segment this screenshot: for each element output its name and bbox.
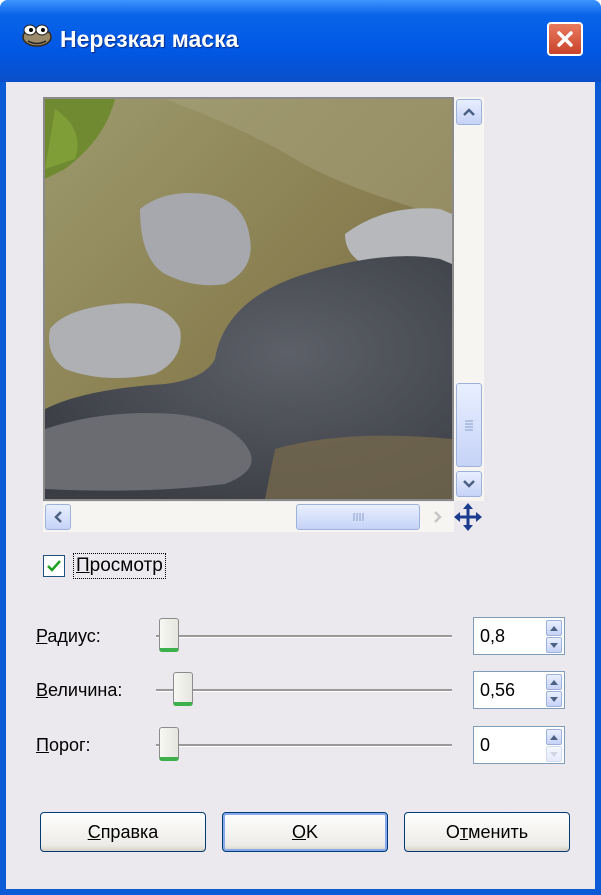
- horizontal-scroll-thumb[interactable]: [296, 504, 420, 530]
- cancel-button[interactable]: От менить: [404, 812, 570, 852]
- threshold-label: Порог:: [36, 735, 91, 755]
- chevron-down-icon: [550, 751, 558, 757]
- chevron-left-icon: [54, 511, 62, 523]
- amount-slider-track[interactable]: [156, 689, 452, 692]
- vertical-scrollbar[interactable]: [454, 97, 484, 501]
- scroll-left-button[interactable]: [45, 504, 71, 530]
- chevron-right-icon: [434, 511, 442, 523]
- radius-value[interactable]: 0,8: [480, 626, 505, 647]
- gimp-icon: [22, 24, 52, 47]
- preview-label: Просмотр: [73, 553, 166, 579]
- close-button[interactable]: [547, 22, 583, 56]
- chevron-down-icon: [550, 642, 558, 648]
- threshold-decrement-button: [546, 746, 562, 762]
- horizontal-scrollbar[interactable]: [43, 502, 454, 532]
- threshold-slider-thumb[interactable]: [159, 727, 179, 761]
- amount-value[interactable]: 0,56: [480, 680, 515, 701]
- close-icon: [557, 31, 573, 47]
- titlebar[interactable]: Нерезкая маска: [0, 0, 601, 82]
- help-button[interactable]: Справка: [40, 812, 206, 852]
- preview-toggle[interactable]: Просмотр: [43, 549, 166, 583]
- threshold-spinbox[interactable]: 0: [473, 726, 565, 764]
- chevron-up-icon: [463, 108, 475, 116]
- amount-slider-thumb[interactable]: [173, 672, 193, 706]
- threshold-value[interactable]: 0: [480, 735, 490, 756]
- radius-label: Радиус:: [36, 626, 101, 646]
- scroll-up-button[interactable]: [456, 99, 482, 125]
- dialog-body: Просмотр Радиус: 0,8 Величина: 0,56 Поро…: [6, 82, 595, 889]
- amount-decrement-button[interactable]: [546, 691, 562, 707]
- scroll-right-button: [425, 504, 451, 530]
- chevron-down-icon: [463, 480, 475, 488]
- radius-increment-button[interactable]: [546, 620, 562, 636]
- window-title: Нерезкая маска: [60, 26, 239, 52]
- chevron-up-icon: [550, 734, 558, 740]
- amount-increment-button[interactable]: [546, 674, 562, 690]
- vertical-scroll-thumb[interactable]: [456, 383, 482, 467]
- scroll-down-button[interactable]: [456, 471, 482, 497]
- grip-icon: [353, 513, 364, 521]
- chevron-down-icon: [550, 696, 558, 702]
- move-icon[interactable]: [453, 502, 483, 532]
- preview-checkbox[interactable]: [43, 555, 65, 577]
- threshold-increment-button[interactable]: [546, 729, 562, 745]
- ok-button[interactable]: OK: [222, 812, 388, 852]
- radius-slider-track[interactable]: [156, 635, 452, 638]
- radius-decrement-button[interactable]: [546, 637, 562, 653]
- chevron-up-icon: [550, 625, 558, 631]
- amount-spinbox[interactable]: 0,56: [473, 671, 565, 709]
- grip-icon: [465, 420, 473, 431]
- amount-label: Величина:: [36, 680, 123, 700]
- threshold-slider-track[interactable]: [156, 744, 452, 747]
- checkmark-icon: [47, 560, 61, 572]
- dialog-window: Нерезкая маска Просмотр Радиус: 0,8 Вели…: [0, 0, 601, 895]
- preview-image[interactable]: [43, 97, 454, 501]
- radius-slider-thumb[interactable]: [159, 618, 179, 652]
- radius-spinbox[interactable]: 0,8: [473, 617, 565, 655]
- chevron-up-icon: [550, 679, 558, 685]
